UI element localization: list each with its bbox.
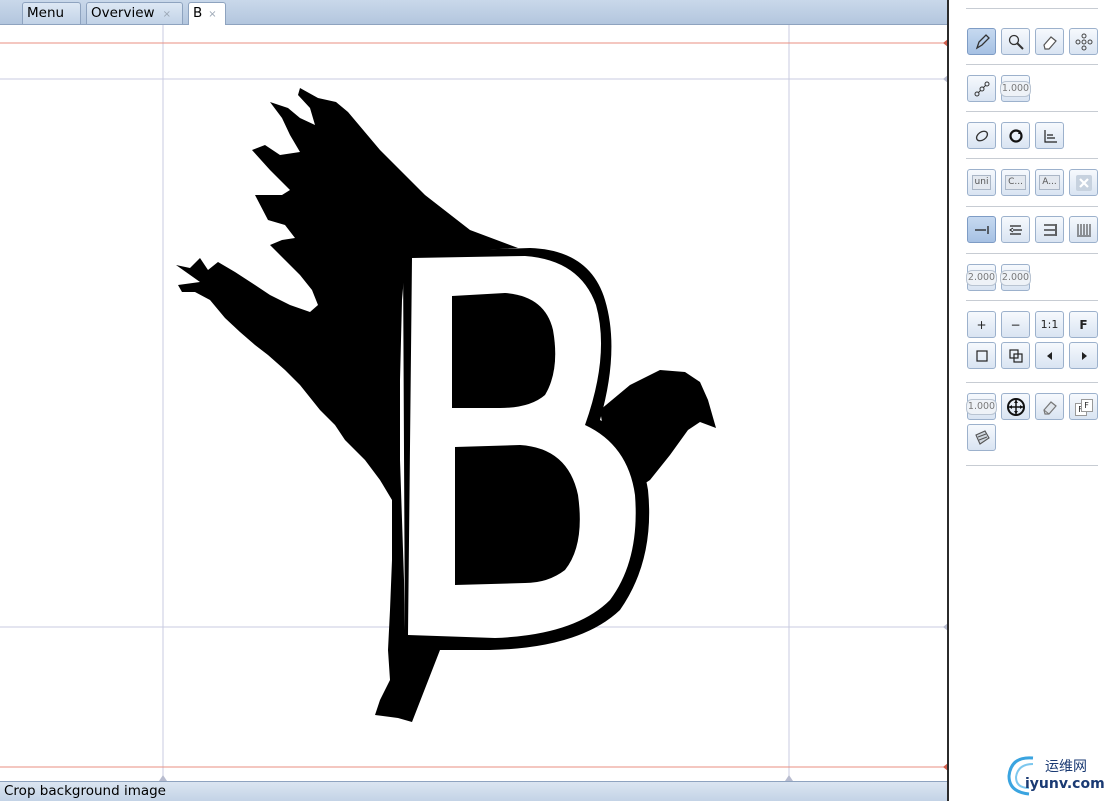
trace-button[interactable]: F F [1069,393,1098,420]
background-scale-field[interactable]: 1.000 [965,393,998,420]
zoom-one-to-one-button[interactable]: 1:1 [1035,311,1064,338]
trace-letter-front: F [1080,398,1093,412]
unicode-button[interactable]: uni [967,169,996,196]
zoom-fit-button[interactable]: F [1069,311,1098,338]
background-scale-value: 1.000 [965,398,998,415]
glyph-edit-canvas[interactable] [0,25,948,781]
move-cross-icon [1006,397,1025,416]
vertical-lines-icon [1076,223,1091,236]
tab-menu[interactable]: Menu [22,2,81,24]
ltr-icon [974,225,989,234]
separator [966,64,1098,65]
rotate-path-button[interactable] [1001,122,1030,149]
separator [966,253,1098,254]
zoom-tool-button[interactable] [1001,28,1030,55]
separator [966,8,1098,9]
component-button[interactable]: C... [1001,169,1030,196]
point-tool-button[interactable] [1069,28,1098,55]
tab-overview-label: Overview [91,5,155,21]
next-glyph-button[interactable] [1069,342,1098,369]
tab-glyph-label: B [193,5,203,21]
scale-y-value: 2.000 [999,269,1032,286]
select-path-button[interactable] [967,122,996,149]
tab-glyph-close-icon[interactable]: × [208,9,216,20]
b-upper-counter [452,293,556,408]
ellipse-select-icon [975,130,988,141]
magnifier-icon [1008,34,1024,50]
crop-background-button[interactable] [967,424,996,451]
tab-glyph-b[interactable]: B × [188,2,226,25]
arrow-left-icon [1046,351,1052,360]
background-eraser-button[interactable] [1035,393,1064,420]
pen-icon [975,33,990,49]
fit-label: F [1079,317,1088,332]
zoom-in-button[interactable]: + [967,311,996,338]
watermark-cn: 运维网 [1045,759,1087,775]
rotate-icon [1008,128,1023,143]
trace-icon: F F [1074,398,1093,416]
delete-button[interactable] [1069,169,1098,196]
show-box-button[interactable] [967,342,996,369]
close-icon [1075,174,1092,191]
scale-x-value: 2.000 [965,269,998,286]
tab-overview-close-icon[interactable]: × [163,9,171,20]
scale-value: 1.000 [999,80,1032,97]
anchor-button[interactable]: A... [1035,169,1064,196]
status-bar: Crop background image [0,781,948,801]
site-watermark: 运维网 iyunv.com [1003,752,1108,797]
eraser-tool-button[interactable] [1035,28,1064,55]
separator [966,158,1098,159]
curve-points-icon [974,81,989,96]
eraser-icon [1042,400,1057,415]
unicode-label: uni [971,175,992,190]
overlap-squares-icon [1008,348,1023,363]
overlap-button[interactable] [1001,342,1030,369]
scale-value-field[interactable]: 1.000 [999,75,1032,102]
move-background-button[interactable] [1001,393,1030,420]
scale-x-field[interactable]: 2.000 [965,264,998,291]
scale-y-field[interactable]: 2.000 [999,264,1032,291]
direction-rtl-button[interactable] [1001,216,1030,243]
separator [966,111,1098,112]
b-lower-counter [455,445,580,585]
separator [966,465,1098,466]
tab-menu-label: Menu [27,5,65,21]
glyph-canvas-svg [0,25,948,781]
baseline-tool-button[interactable] [1035,122,1064,149]
square-icon [975,349,988,362]
previous-glyph-button[interactable] [1035,342,1064,369]
tie-points-button[interactable] [967,75,996,102]
crop-icon [974,429,990,445]
baseline-icon [1043,129,1057,143]
watermark-en: iyunv.com [1025,776,1105,792]
zoom-out-label: − [1010,317,1021,332]
direction-ltr-button[interactable] [967,216,996,243]
tab-bar: Menu Overview × B × [0,0,948,25]
zoom-out-button[interactable]: − [1001,311,1030,338]
separator [966,300,1098,301]
component-label: C... [1005,175,1026,190]
arrow-right-icon [1081,351,1087,360]
tool-panel: 1.000 uni C... A... 2.000 2.000 + − 1:1 … [949,0,1108,801]
direction-rtl-alt-button[interactable] [1035,216,1064,243]
zoom-in-label: + [976,317,987,332]
tab-overview[interactable]: Overview × [86,2,183,24]
rtl-icon [1008,224,1022,235]
direction-vertical-button[interactable] [1069,216,1098,243]
eraser-icon [1042,35,1057,50]
separator [966,206,1098,207]
one-to-one-label: 1:1 [1040,318,1059,331]
separator [966,382,1098,383]
pen-tool-button[interactable] [967,28,996,55]
rtl-alt-icon [1043,223,1057,236]
move-points-icon [1075,33,1092,50]
status-text: Crop background image [4,783,166,799]
anchor-label: A... [1039,175,1060,190]
